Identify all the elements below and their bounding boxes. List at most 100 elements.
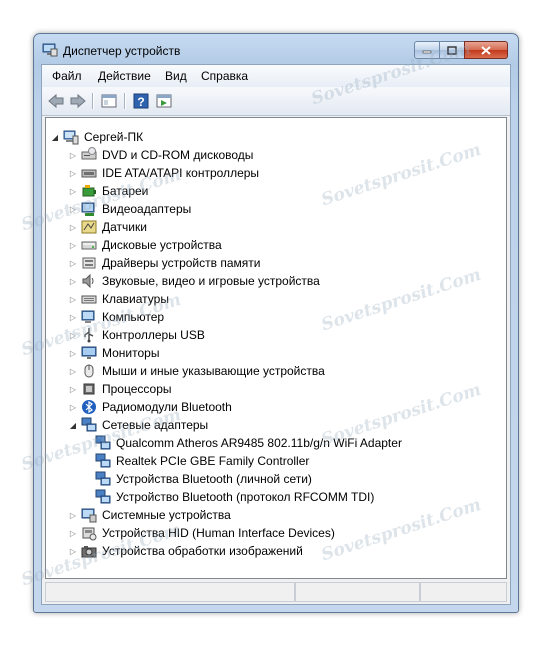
tree-category[interactable]: ▷ Устройства HID (Human Interface Devices… <box>68 524 335 542</box>
tree-device-label: Устройства Bluetooth (личной сети) <box>116 472 312 486</box>
expand-icon[interactable]: ▷ <box>68 506 78 524</box>
tree-category[interactable]: ◢ Сетевые адаптеры <box>68 416 208 434</box>
close-icon <box>465 42 507 58</box>
tree-category[interactable]: ▷ Устройства обработки изображений <box>68 542 303 560</box>
usb-icon <box>84 328 94 343</box>
tree-category-label: Сетевые адаптеры <box>102 418 209 432</box>
menu-action[interactable]: Действие <box>98 69 151 83</box>
expand-icon[interactable]: ▷ <box>68 326 78 344</box>
tree-device[interactable]: Устройство Bluetooth (протокол RFCOMM TD… <box>95 488 374 506</box>
tree-category-label: DVD и CD-ROM дисководы <box>102 148 254 162</box>
expand-icon[interactable]: ▷ <box>68 164 78 182</box>
tree-category[interactable]: ▷ Радиомодули Bluetooth <box>68 398 232 416</box>
tree-category-label: Звуковые, видео и игровые устройства <box>102 274 320 288</box>
tree-root[interactable]: ◢ Сергей-ПК <box>50 128 143 146</box>
disk-drive-icon <box>81 241 97 250</box>
menu-bar: Файл Действие Вид Справка <box>42 65 510 88</box>
tree-category[interactable]: ▷ Звуковые, видео и игровые устройства <box>68 272 320 290</box>
tree-category[interactable]: ▷ Батареи <box>68 182 148 200</box>
tree-category[interactable]: ▷ Датчики <box>68 218 147 236</box>
device-manager-icon <box>42 43 58 57</box>
ide-controller-icon <box>81 169 97 178</box>
expand-icon[interactable]: ▷ <box>68 362 78 380</box>
toolbar-separator <box>124 93 126 109</box>
expand-icon[interactable]: ▷ <box>68 290 78 308</box>
menu-help[interactable]: Справка <box>201 69 248 83</box>
expand-icon[interactable]: ▷ <box>68 236 78 254</box>
forward-arrow-icon[interactable] <box>69 92 87 110</box>
expand-icon[interactable]: ▷ <box>68 524 78 542</box>
toolbar-separator <box>92 93 94 109</box>
tree-category[interactable]: ▷ Процессоры <box>68 380 172 398</box>
tree-category[interactable]: ▷ Клавиатуры <box>68 290 169 308</box>
tree-device[interactable]: Qualcomm Atheros AR9485 802.11b/g/n WiFi… <box>95 434 402 452</box>
expand-icon[interactable]: ▷ <box>68 344 78 362</box>
tree-category-label: Клавиатуры <box>102 292 169 306</box>
system-device-icon <box>81 508 97 523</box>
expand-icon[interactable]: ▷ <box>68 200 78 218</box>
properties-icon[interactable] <box>155 92 173 110</box>
tree-category[interactable]: ▷ Драйверы устройств памяти <box>68 254 261 272</box>
tree-category-label: Дисковые устройства <box>102 238 222 252</box>
tree-device-label: Устройство Bluetooth (протокол RFCOMM TD… <box>116 490 375 504</box>
expand-icon[interactable]: ▷ <box>68 254 78 272</box>
expand-icon[interactable]: ▷ <box>68 182 78 200</box>
minimize-icon <box>415 42 439 58</box>
network-adapter-icon <box>95 471 111 486</box>
tree-category-label: Мониторы <box>102 346 160 360</box>
show-hide-console-tree-icon[interactable] <box>100 92 118 110</box>
tree-category[interactable]: ▷ Контроллеры USB <box>68 326 205 344</box>
device-tree[interactable]: ◢ Сергей-ПК ▷ DVD и CD-ROM дисководы ▷ IDE … <box>45 117 507 579</box>
network-adapter-icon <box>95 489 111 504</box>
tree-device[interactable]: Realtek PCIe GBE Family Controller <box>95 452 309 470</box>
title-bar[interactable]: Диспетчер устройств <box>34 34 518 64</box>
close-button[interactable] <box>464 41 508 59</box>
back-arrow-icon[interactable] <box>47 92 65 110</box>
tree-device[interactable]: Устройства Bluetooth (личной сети) <box>95 470 312 488</box>
computer-icon <box>81 310 95 323</box>
keyboard-icon <box>81 295 97 304</box>
tree-category[interactable]: ▷ IDE ATA/ATAPI контроллеры <box>68 164 259 182</box>
network-adapter-icon <box>81 417 97 432</box>
expand-icon[interactable]: ▷ <box>68 398 78 416</box>
maximize-button[interactable] <box>439 41 465 59</box>
tree-category[interactable]: ▷ Дисковые устройства <box>68 236 222 254</box>
display-adapter-icon <box>81 202 95 216</box>
window-title: Диспетчер устройств <box>63 44 181 58</box>
tree-category-label: Батареи <box>102 184 149 198</box>
tree-category[interactable]: ▷ Системные устройства <box>68 506 231 524</box>
tree-category-label: Датчики <box>102 220 147 234</box>
help-icon[interactable]: ? <box>132 92 150 110</box>
menu-file[interactable]: Файл <box>52 69 82 83</box>
expand-icon[interactable]: ▷ <box>68 380 78 398</box>
svg-text:?: ? <box>137 95 144 109</box>
tree-device-label: Realtek PCIe GBE Family Controller <box>116 454 310 468</box>
hid-icon <box>82 527 97 541</box>
status-pane <box>45 582 295 602</box>
tree-category[interactable]: ▷ Компьютер <box>68 308 164 326</box>
collapse-icon[interactable]: ◢ <box>68 416 78 434</box>
expand-icon[interactable]: ▷ <box>68 218 78 236</box>
status-bar <box>45 582 507 602</box>
tree-category[interactable]: ▷ DVD и CD-ROM дисководы <box>68 146 253 164</box>
tree-device-label: Qualcomm Atheros AR9485 802.11b/g/n WiFi… <box>116 436 402 450</box>
menu-view[interactable]: Вид <box>165 69 187 83</box>
memory-device-icon <box>82 257 96 269</box>
tree-category[interactable]: ▷ Мыши и иные указывающие устройства <box>68 362 325 380</box>
monitor-icon <box>81 346 97 359</box>
tree-category[interactable]: ▷ Мониторы <box>68 344 160 362</box>
tree-category-label: Видеоадаптеры <box>102 202 192 216</box>
expand-icon[interactable]: ▷ <box>68 308 78 326</box>
tree-category-label: IDE ATA/ATAPI контроллеры <box>102 166 260 180</box>
expand-icon[interactable]: ▷ <box>68 542 78 560</box>
collapse-icon[interactable]: ◢ <box>50 128 60 146</box>
minimize-button[interactable] <box>414 41 440 59</box>
sensor-icon <box>81 220 97 234</box>
bluetooth-icon <box>82 400 96 414</box>
tree-category-label: Системные устройства <box>102 508 231 522</box>
expand-icon[interactable]: ▷ <box>68 272 78 290</box>
battery-icon <box>82 185 96 197</box>
sound-icon <box>82 273 94 289</box>
expand-icon[interactable]: ▷ <box>68 146 78 164</box>
tree-category[interactable]: ▷ Видеоадаптеры <box>68 200 191 218</box>
